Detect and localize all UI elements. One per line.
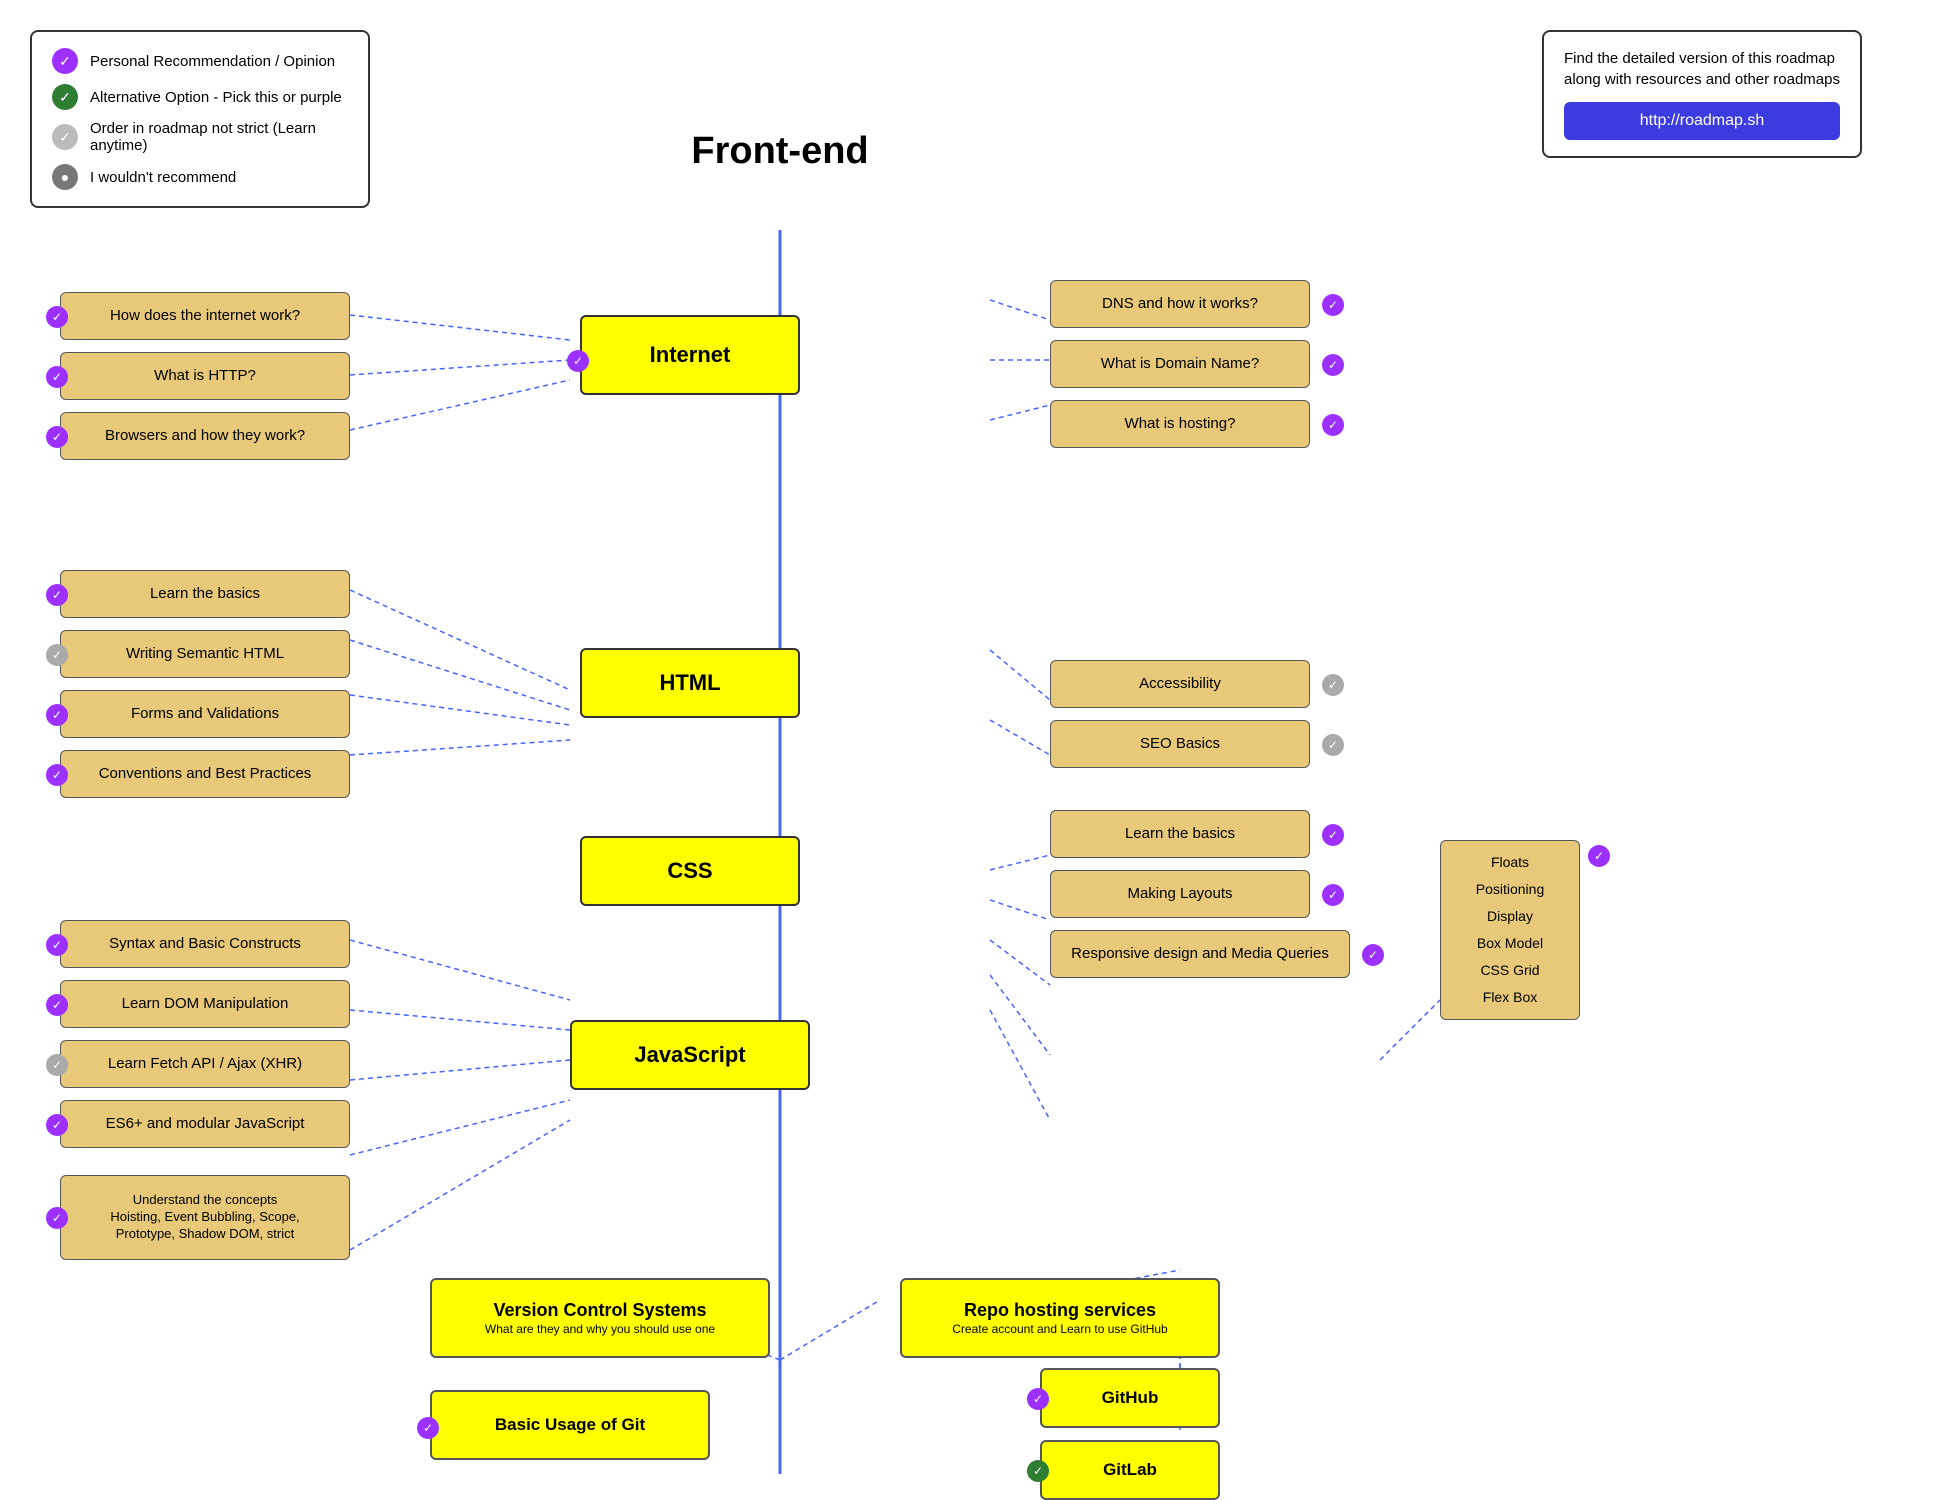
concepts-badge: ✓	[46, 1207, 68, 1229]
legend-label-gray-dark: I wouldn't recommend	[90, 169, 236, 186]
concepts-node: Understand the conceptsHoisting, Event B…	[60, 1175, 350, 1260]
es6-node: ES6+ and modular JavaScript	[60, 1100, 350, 1148]
legend-item-gray-dark: ● I wouldn't recommend	[52, 164, 348, 190]
roadmap-link[interactable]: http://roadmap.sh	[1564, 102, 1840, 140]
making-layouts-badge: ✓	[1322, 884, 1344, 906]
browsers-badge: ✓	[46, 426, 68, 448]
legend-label-green: Alternative Option - Pick this or purple	[90, 89, 342, 106]
domain-node: What is Domain Name?	[1050, 340, 1310, 388]
html-node: HTML	[580, 648, 800, 718]
forms-node: Forms and Validations	[60, 690, 350, 738]
conventions-node: Conventions and Best Practices	[60, 750, 350, 798]
syntax-badge: ✓	[46, 934, 68, 956]
making-layouts-sub-badge: ✓	[1588, 845, 1610, 867]
git-badge: ✓	[417, 1417, 439, 1439]
fetch-node: Learn Fetch API / Ajax (XHR)	[60, 1040, 350, 1088]
conventions-badge: ✓	[46, 764, 68, 786]
how-internet-node: How does the internet work?	[60, 292, 350, 340]
dom-node: Learn DOM Manipulation	[60, 980, 350, 1028]
domain-badge: ✓	[1322, 354, 1344, 376]
legend-icon-purple: ✓	[52, 48, 78, 74]
dns-badge: ✓	[1322, 294, 1344, 316]
vcs-node: Version Control Systems What are they an…	[430, 1278, 770, 1358]
semantic-html-node: Writing Semantic HTML	[60, 630, 350, 678]
main-title: Front-end	[691, 130, 868, 173]
legend-icon-gray-dark: ●	[52, 164, 78, 190]
legend-item-green: ✓ Alternative Option - Pick this or purp…	[52, 84, 348, 110]
responsive-badge: ✓	[1362, 944, 1384, 966]
dns-node: DNS and how it works?	[1050, 280, 1310, 328]
making-layouts-node: Making Layouts	[1050, 870, 1310, 918]
legend-label-gray-light: Order in roadmap not strict (Learn anyti…	[90, 120, 348, 154]
css-basics-node: Learn the basics	[1050, 810, 1310, 858]
hosting-node: What is hosting?	[1050, 400, 1310, 448]
accessibility-badge: ✓	[1322, 674, 1344, 696]
git-node: Basic Usage of Git	[430, 1390, 710, 1460]
legend-box: ✓ Personal Recommendation / Opinion ✓ Al…	[30, 30, 370, 208]
http-badge: ✓	[46, 366, 68, 388]
css-node: CSS	[580, 836, 800, 906]
legend-icon-green: ✓	[52, 84, 78, 110]
internet-badge: ✓	[567, 350, 589, 372]
javascript-node: JavaScript	[570, 1020, 810, 1090]
repo-node: Repo hosting services Create account and…	[900, 1278, 1220, 1358]
how-internet-badge: ✓	[46, 306, 68, 328]
html-basics-node: Learn the basics	[60, 570, 350, 618]
dom-badge: ✓	[46, 994, 68, 1016]
gitlab-node: GitLab	[1040, 1440, 1220, 1500]
info-box-text: Find the detailed version of this roadma…	[1564, 48, 1840, 90]
forms-badge: ✓	[46, 704, 68, 726]
internet-node: Internet	[580, 315, 800, 395]
fetch-badge: ✓	[46, 1054, 68, 1076]
gitlab-badge: ✓	[1027, 1460, 1049, 1482]
accessibility-node: Accessibility	[1050, 660, 1310, 708]
legend-item-purple: ✓ Personal Recommendation / Opinion	[52, 48, 348, 74]
browsers-node: Browsers and how they work?	[60, 412, 350, 460]
responsive-node: Responsive design and Media Queries	[1050, 930, 1350, 978]
html-basics-badge: ✓	[46, 584, 68, 606]
semantic-html-badge: ✓	[46, 644, 68, 666]
legend-icon-gray-light: ✓	[52, 124, 78, 150]
github-badge: ✓	[1027, 1388, 1049, 1410]
es6-badge: ✓	[46, 1114, 68, 1136]
making-layouts-sub: Floats Positioning Display Box Model CSS…	[1440, 840, 1580, 1020]
seo-badge: ✓	[1322, 734, 1344, 756]
seo-node: SEO Basics	[1050, 720, 1310, 768]
syntax-node: Syntax and Basic Constructs	[60, 920, 350, 968]
css-basics-badge: ✓	[1322, 824, 1344, 846]
info-box: Find the detailed version of this roadma…	[1542, 30, 1862, 158]
legend-label-purple: Personal Recommendation / Opinion	[90, 53, 335, 70]
hosting-badge: ✓	[1322, 414, 1344, 436]
http-node: What is HTTP?	[60, 352, 350, 400]
legend-item-gray-light: ✓ Order in roadmap not strict (Learn any…	[52, 120, 348, 154]
github-node: GitHub	[1040, 1368, 1220, 1428]
